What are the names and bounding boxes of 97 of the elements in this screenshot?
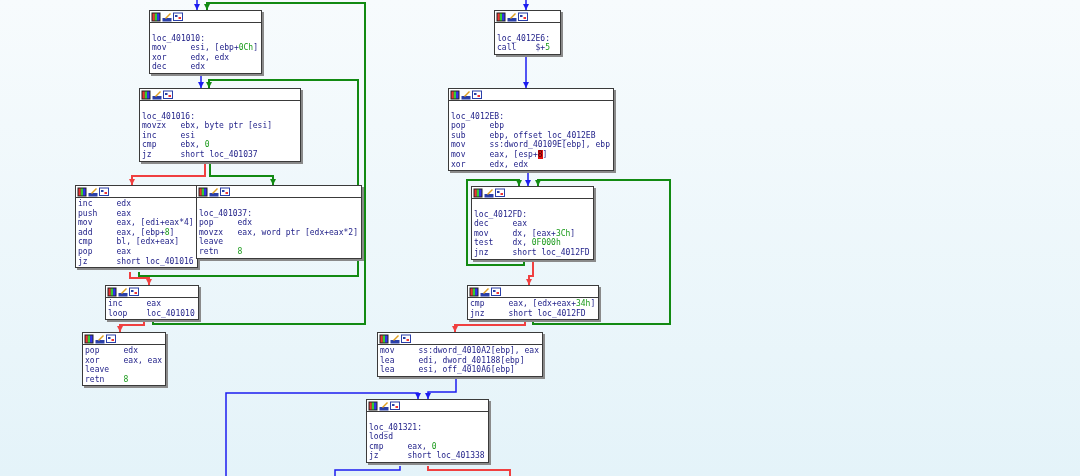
color-palette-icon[interactable]	[107, 286, 117, 297]
instruction-line: mov ss:dword_40109E[ebp], ebp	[451, 140, 610, 150]
pencil-icon[interactable]	[390, 333, 400, 344]
graph-icon[interactable]	[129, 286, 139, 297]
instruction-line: push eax	[78, 208, 132, 219]
code-label: loc_4012EB:	[451, 111, 505, 122]
pencil-icon[interactable]	[461, 89, 471, 100]
instruction-line: lea esi, off_4010A6[ebp]	[380, 365, 515, 375]
graph-icon[interactable]	[390, 400, 400, 411]
instruction-line: call $+5	[497, 43, 551, 53]
color-palette-icon[interactable]	[77, 186, 87, 197]
color-palette-icon[interactable]	[469, 286, 479, 297]
pencil-icon[interactable]	[88, 186, 98, 197]
color-palette-icon[interactable]	[198, 186, 208, 197]
code-block[interactable]: loc_4012FD: dec eax mov dx, [eax+3Ch] test dx, 0F000h jnz short loc_4012FD	[471, 186, 594, 260]
instruction-line: cmp ebx, 0	[142, 140, 211, 150]
instruction-line: cmp bl, [edx+eax]	[78, 237, 181, 247]
pencil-icon[interactable]	[118, 286, 128, 297]
code-block[interactable]: loc_401010: mov esi, [ebp+0Ch] xor edx, edx dec edx	[149, 10, 262, 74]
instruction-line: retn 8	[199, 246, 244, 257]
instruction-line: cmp eax, [edx+eax+34h]	[470, 299, 596, 309]
instruction-line: xor edx, edx	[152, 52, 231, 62]
pencil-icon[interactable]	[209, 186, 219, 197]
instruction-line: pop eax	[78, 246, 132, 257]
color-palette-icon[interactable]	[379, 333, 389, 344]
graph-icon[interactable]	[401, 333, 411, 344]
color-palette-icon[interactable]	[141, 89, 151, 100]
graph-icon[interactable]	[173, 11, 183, 22]
graph-icon[interactable]	[163, 89, 173, 100]
instruction-line: jnz short loc_4012FD	[474, 247, 590, 258]
instruction-line: inc eax	[108, 299, 162, 309]
code-block[interactable]: loc_4012EB: pop ebp sub ebp, offset loc_4012EB mov ss:dword_40109E[ebp], ebp mov eax, [esp+8] xor edx, edx	[448, 88, 614, 172]
pencil-icon[interactable]	[95, 333, 105, 344]
instruction-line: jnz short loc_4012FD	[470, 308, 587, 319]
instruction-line: inc edx	[78, 199, 132, 209]
instruction-line: mov esi, [ebp+0Ch]	[152, 43, 258, 53]
code-block[interactable]: loc_401321: lodsd cmp eax, 0 jz short loc_401338	[366, 399, 489, 463]
instruction-line: pop edx	[85, 346, 139, 356]
code-label: loc_401016:	[142, 111, 195, 122]
code-label: loc_4012E6:	[497, 33, 551, 44]
instruction-line: cmp eax, 0	[369, 441, 437, 452]
instruction-line: mov eax, [edi+eax*4]	[78, 218, 194, 228]
color-palette-icon[interactable]	[450, 89, 460, 100]
pencil-icon[interactable]	[480, 286, 490, 297]
code-block[interactable]: cmp eax, [edx+eax+34h] jnz short loc_4012FD	[467, 285, 600, 321]
code-block[interactable]: loc_401037: pop edx movzx eax, word ptr [edx+eax*2] leave retn 8	[196, 185, 362, 259]
code-label: loc_4012FD:	[474, 209, 528, 220]
instruction-line: movzx ebx, byte ptr [esi]	[142, 121, 274, 131]
pencil-icon[interactable]	[379, 400, 389, 411]
instruction-line: add eax, [ebp+8]	[78, 227, 175, 238]
instruction-line: pop edx	[199, 218, 253, 228]
instruction-line: xor edx, edx	[451, 159, 530, 170]
code-label: loc_401010:	[152, 33, 205, 44]
instruction-line: mov ss:dword_4010A2[ebp], eax	[380, 346, 539, 356]
color-palette-icon[interactable]	[496, 11, 506, 22]
code-block[interactable]: loc_4012E6: call $+5	[494, 10, 561, 55]
graph-icon[interactable]	[495, 187, 505, 198]
pencil-icon[interactable]	[484, 187, 494, 198]
code-block[interactable]: loc_401016: movzx ebx, byte ptr [esi] inc esi cmp ebx, 0 jz short loc_401037	[139, 88, 301, 162]
instruction-line: leave	[199, 237, 225, 247]
instruction-line: leave	[85, 365, 111, 375]
instruction-line: lodsd	[369, 432, 394, 442]
instruction-line: retn 8	[85, 374, 130, 385]
pencil-icon[interactable]	[507, 11, 517, 22]
graph-icon[interactable]	[472, 89, 482, 100]
instruction-line: mov dx, [eax+3Ch]	[474, 228, 577, 238]
pencil-icon[interactable]	[162, 11, 172, 22]
graph-icon[interactable]	[106, 333, 116, 344]
instruction-line: dec eax	[474, 219, 528, 229]
color-palette-icon[interactable]	[151, 11, 161, 22]
code-block[interactable]: inc eax loop loc_401010	[105, 285, 199, 321]
code-block[interactable]: mov ss:dword_4010A2[ebp], eax lea edi, dword_401188[ebp] lea esi, off_4010A6[ebp]	[377, 332, 543, 377]
instruction-line: loop loc_401010	[108, 308, 195, 319]
color-palette-icon[interactable]	[84, 333, 94, 344]
instruction-line: mov eax, [esp+8]	[451, 149, 548, 160]
instruction-line: pop ebp	[451, 121, 505, 131]
instruction-line: inc esi	[142, 130, 196, 140]
instruction-line: xor eax, eax	[85, 355, 163, 365]
pencil-icon[interactable]	[152, 89, 162, 100]
color-palette-icon[interactable]	[368, 400, 378, 411]
instruction-line: sub ebp, offset loc_4012EB	[451, 130, 596, 141]
color-palette-icon[interactable]	[473, 187, 483, 198]
code-block[interactable]: pop edx xor eax, eax leave retn 8	[82, 332, 167, 387]
instruction-line: movzx eax, word ptr [edx+eax*2]	[199, 227, 358, 237]
instruction-line: dec edx	[152, 62, 206, 72]
instruction-line: jz short loc_401016	[78, 256, 194, 267]
instruction-line: jz short loc_401037	[142, 149, 259, 160]
graph-icon[interactable]	[518, 11, 528, 22]
code-block[interactable]: inc edx push eax mov eax, [edi+eax*4] add eax, [ebp+8] cmp bl, [edx+eax] pop eax jz short loc_401016	[75, 185, 198, 269]
graph-icon[interactable]	[491, 286, 501, 297]
code-label: loc_401037:	[199, 208, 253, 219]
instruction-line: test dx, 0F000h	[474, 238, 562, 248]
code-label: loc_401321:	[369, 422, 423, 433]
graph-icon[interactable]	[220, 186, 230, 197]
instruction-line: lea edi, dword_401188[ebp]	[380, 355, 526, 366]
instruction-line: jz short loc_401338	[369, 451, 485, 461]
graph-icon[interactable]	[99, 186, 109, 197]
